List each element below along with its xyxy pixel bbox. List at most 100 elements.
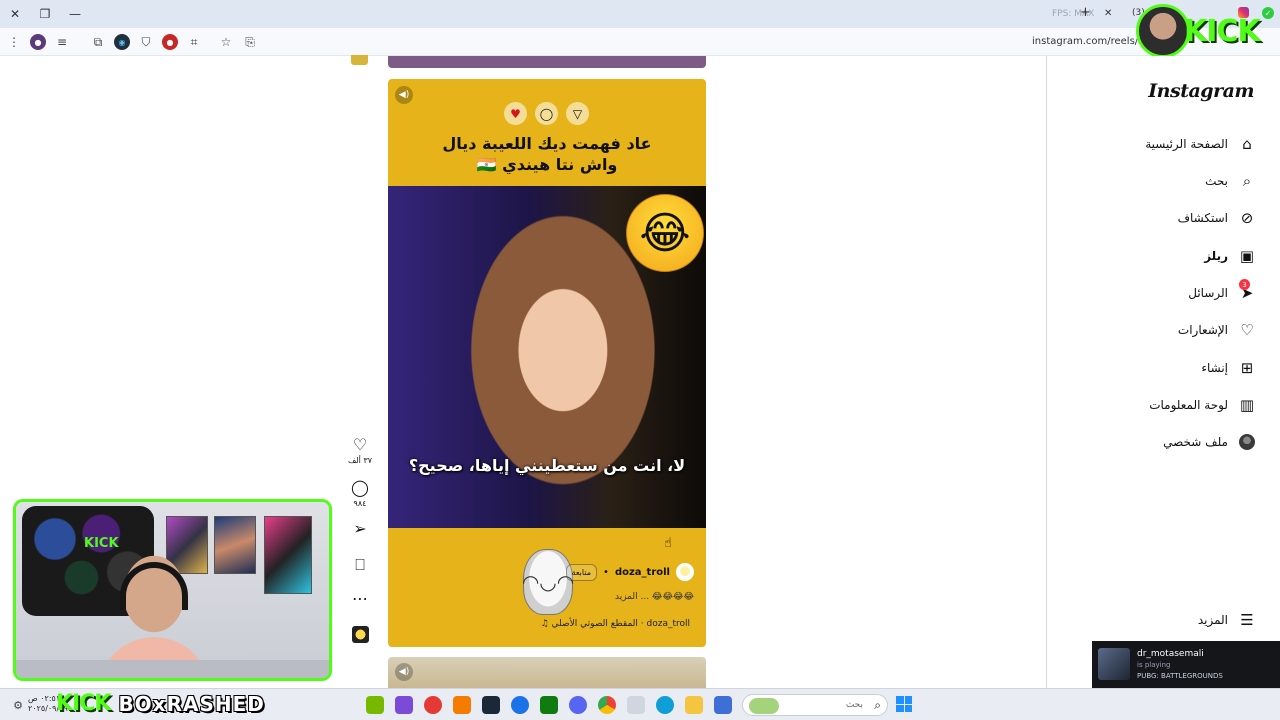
translate-icon[interactable]: ⌗ xyxy=(186,34,202,50)
compass-icon: ⊘ xyxy=(1240,209,1254,227)
follow-button[interactable]: متابعة xyxy=(565,563,598,581)
obs-icon[interactable] xyxy=(424,696,442,714)
extension-red-icon[interactable]: ● xyxy=(162,34,178,50)
share-action[interactable]: ➢ xyxy=(345,520,375,538)
nav-reels-label: ريلز xyxy=(1204,249,1228,263)
more-action[interactable]: ⋯ xyxy=(345,590,375,608)
share-icon[interactable]: ➢ xyxy=(345,520,375,538)
steam-notification[interactable]: dr_motasemali is playing PUBG: BATTLEGRO… xyxy=(1092,641,1280,688)
xbox-icon[interactable] xyxy=(540,696,558,714)
browser-app-icon[interactable] xyxy=(511,696,529,714)
instagram-logo[interactable]: Instagram xyxy=(1148,80,1254,102)
nav-profile[interactable]: ملف شخصي xyxy=(1163,429,1256,455)
desk xyxy=(16,660,329,678)
messages-badge: 3 xyxy=(1239,279,1250,290)
like-action[interactable]: ♡ ٣٧ ألف xyxy=(345,436,375,466)
heart-overlay-icon: ♥ xyxy=(504,102,527,125)
file-explorer-icon[interactable] xyxy=(685,696,703,714)
audio-avatar-action[interactable] xyxy=(345,626,375,643)
nav-home[interactable]: الصفحة الرئيسية ⌂ xyxy=(1145,131,1256,157)
browser-toolbar: ⋮ ● ≡ ⧉ ◉ ⛉ ● ⌗ ☆ ⎘ instagram.com/reels/… xyxy=(0,28,1280,56)
browser-tab-bar: ✕ ❐ — FPS: MAX + ✕ (3) ✓ xyxy=(0,0,1280,28)
nav-dashboard-label: لوحة المعلومات xyxy=(1149,398,1228,412)
author-avatar[interactable] xyxy=(676,563,694,581)
install-app-icon[interactable]: ⎘ xyxy=(242,34,258,50)
reel-reaction-row: ♥ ◯ ▽ xyxy=(504,102,589,125)
banner-kick-logo: KICK xyxy=(56,691,111,716)
nav-explore[interactable]: استكشاف ⊘ xyxy=(1178,205,1256,231)
nav-notifications-label: الإشعارات xyxy=(1177,323,1228,337)
comment-action[interactable]: ◯ ٩٨٤ xyxy=(345,479,375,509)
taskbar-search[interactable]: بحث ⌕ xyxy=(742,694,888,716)
reading-list-icon[interactable]: ≡ xyxy=(54,34,70,50)
nav-notifications[interactable]: الإشعارات ♡ xyxy=(1178,317,1256,343)
nav-messages[interactable]: الرسائل ➤ 3 xyxy=(1188,279,1256,306)
nav-create[interactable]: إنشاء ⊞ xyxy=(1201,355,1256,381)
share-overlay-icon: ▽ xyxy=(566,102,589,125)
nav-reels[interactable]: ريلز ▣ xyxy=(1204,243,1256,269)
more-dots-icon[interactable]: ⋯ xyxy=(345,590,375,608)
reel-audio[interactable]: doza_troll · المقطع الصوتي الأصلي ♫ xyxy=(541,619,690,629)
bookmark-icon[interactable]: ⎕ xyxy=(345,556,375,574)
bookmark-star-icon[interactable]: ☆ xyxy=(218,34,234,50)
dashboard-icon: ▥ xyxy=(1239,396,1255,414)
nvidia-icon[interactable] xyxy=(366,696,384,714)
office-icon[interactable] xyxy=(714,696,732,714)
sound-icon[interactable]: ◀) xyxy=(395,86,413,104)
previous-reel[interactable] xyxy=(388,56,706,68)
reel-description[interactable]: 😂😂😂😂 ... المزيد xyxy=(615,592,694,602)
extension-camera-icon[interactable]: ◉ xyxy=(114,34,130,50)
wall-poster xyxy=(214,516,256,574)
restore-window-icon[interactable]: ❐ xyxy=(34,4,56,24)
search-magnifier-icon: ⌕ xyxy=(874,698,881,712)
nav-search[interactable]: بحث ⌕ xyxy=(1205,168,1256,194)
nav-messages-label: الرسائل xyxy=(1188,286,1228,300)
reel-video-frame: 😂 لا، انت من ستعطينني إياها، صحيح؟ xyxy=(388,186,706,528)
kick-logo: KICK xyxy=(1184,14,1261,49)
like-heart-icon[interactable]: ♡ xyxy=(345,436,375,454)
audio-avatar[interactable] xyxy=(351,626,369,643)
hex-kick-logo: KICK xyxy=(84,536,119,551)
comment-count: ٩٨٤ xyxy=(353,499,367,508)
reel-video[interactable]: ◀) ♥ ◯ ▽ عاد فهمت ديك اللعيبة ديال واش ن… xyxy=(388,79,706,647)
nav-create-label: إنشاء xyxy=(1201,361,1228,375)
menu-dots-icon[interactable]: ⋮ xyxy=(6,34,22,50)
profile-avatar-icon[interactable]: ● xyxy=(30,34,46,50)
nav-dashboard[interactable]: لوحة المعلومات ▥ xyxy=(1149,392,1256,418)
next-reel[interactable]: ◀) xyxy=(388,657,706,688)
extensions-icon[interactable]: ⧉ xyxy=(90,34,106,50)
purple-app-icon[interactable] xyxy=(395,696,413,714)
previous-reel-avatar[interactable] xyxy=(351,55,368,65)
author-name[interactable]: doza_troll xyxy=(615,567,670,578)
nav-more-label: المزيد xyxy=(1197,613,1228,627)
discord-icon[interactable] xyxy=(569,696,587,714)
minimize-window-icon[interactable]: — xyxy=(64,4,86,24)
close-window-icon[interactable]: ✕ xyxy=(4,4,26,24)
next-reel-sound-icon[interactable]: ◀) xyxy=(395,663,413,681)
home-icon: ⌂ xyxy=(1242,135,1252,153)
search-icon: ⌕ xyxy=(1242,172,1252,190)
new-tab-icon[interactable]: + xyxy=(1080,5,1091,20)
steam-icon[interactable] xyxy=(482,696,500,714)
laughing-emoji-icon: 😂 xyxy=(626,194,704,272)
shield-icon[interactable]: ⛉ xyxy=(138,34,154,50)
reels-icon: ▣ xyxy=(1239,247,1255,265)
profile-icon xyxy=(1238,433,1256,451)
search-highlight-icon xyxy=(749,698,779,714)
edge-icon[interactable] xyxy=(656,696,674,714)
windows-start-icon[interactable] xyxy=(896,696,912,712)
meme-face-icon: ◠◡◠ xyxy=(522,549,574,615)
chrome-icon[interactable] xyxy=(598,696,616,714)
comment-icon[interactable]: ◯ xyxy=(345,479,375,497)
store-icon[interactable] xyxy=(627,696,645,714)
audition-icon[interactable] xyxy=(453,696,471,714)
notification-user: dr_motasemali xyxy=(1137,649,1204,659)
reel-caption-line1: عاد فهمت ديك اللعيبة ديال xyxy=(442,134,652,153)
settings-gear-icon[interactable]: ⚙ xyxy=(10,697,26,713)
save-action[interactable]: ⎕ xyxy=(345,556,375,574)
nav-more[interactable]: المزيد ☰ xyxy=(1198,607,1256,633)
messages-icon: ➤ 3 xyxy=(1239,279,1254,302)
game-art xyxy=(1098,648,1130,680)
notification-game: PUBG: BATTLEGROUNDS xyxy=(1137,672,1223,680)
close-tab-icon[interactable]: ✕ xyxy=(1104,8,1112,19)
